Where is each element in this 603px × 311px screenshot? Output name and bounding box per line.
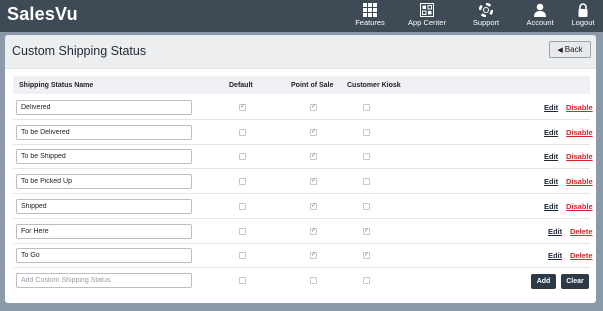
person-icon xyxy=(534,3,546,17)
customer-kiosk-checkbox[interactable]: ✓ xyxy=(363,227,370,235)
new-point-of-sale-checkbox[interactable] xyxy=(310,276,317,284)
add-status-row: Add Clear xyxy=(13,269,590,293)
customer-kiosk-checkbox[interactable] xyxy=(363,128,370,136)
default-checkbox[interactable] xyxy=(239,178,246,186)
nav-app-center-label: App Center xyxy=(408,18,446,27)
header-default: Default xyxy=(229,82,253,89)
add-status-input[interactable] xyxy=(16,272,192,288)
table-row: ✓ Edit Disable xyxy=(13,145,593,170)
salesvu-logo[interactable]: SalesVu xyxy=(7,4,78,25)
customer-kiosk-checkbox[interactable] xyxy=(363,153,370,161)
top-nav-bar: SalesVu Features App Center Support Acco… xyxy=(0,0,603,32)
disable-link[interactable]: Disable xyxy=(566,103,593,112)
header-customer-kiosk: Customer Kiosk xyxy=(347,82,401,89)
status-name-input[interactable] xyxy=(16,223,192,239)
nav-support-label: Support xyxy=(472,18,500,27)
edit-link[interactable]: Edit xyxy=(544,103,558,112)
customer-kiosk-checkbox[interactable] xyxy=(363,178,370,186)
lock-icon xyxy=(578,3,588,17)
back-button-label: Back xyxy=(564,45,583,54)
disable-link[interactable]: Disable xyxy=(566,128,593,137)
status-name-input[interactable] xyxy=(16,100,192,115)
table-row: ✓ Edit Disable xyxy=(13,195,593,219)
disable-link[interactable]: Disable xyxy=(566,152,593,161)
point-of-sale-checkbox[interactable]: ✓ xyxy=(310,202,317,210)
default-checkbox[interactable] xyxy=(239,153,246,161)
status-name-input[interactable] xyxy=(16,198,192,214)
nav-app-center[interactable]: App Center xyxy=(405,0,449,32)
edit-link[interactable]: Edit xyxy=(544,152,558,161)
default-checkbox[interactable] xyxy=(239,252,246,260)
nav-support[interactable]: Support xyxy=(469,0,503,32)
table-row: ✓ ✓ Edit Delete xyxy=(13,220,593,244)
app-center-icon xyxy=(420,3,434,17)
point-of-sale-checkbox[interactable]: ✓ xyxy=(310,227,317,235)
point-of-sale-checkbox[interactable]: ✓ xyxy=(310,252,317,260)
disable-link[interactable]: Disable xyxy=(566,177,593,186)
header-status-name: Shipping Status Name xyxy=(19,82,94,89)
nav-features-label: Features xyxy=(355,18,385,27)
customer-kiosk-checkbox[interactable]: ✓ xyxy=(363,252,370,260)
status-name-input[interactable] xyxy=(16,248,192,264)
disable-link[interactable]: Disable xyxy=(566,202,593,211)
edit-link[interactable]: Edit xyxy=(544,177,558,186)
point-of-sale-checkbox[interactable]: ✓ xyxy=(310,104,317,111)
table-row: ✓ ✓ Edit Disable xyxy=(13,96,593,120)
point-of-sale-checkbox[interactable]: ✓ xyxy=(310,128,317,136)
default-checkbox[interactable] xyxy=(239,227,246,235)
back-button[interactable]: ◀ Back xyxy=(549,41,591,58)
edit-link[interactable]: Edit xyxy=(544,202,558,211)
delete-link[interactable]: Delete xyxy=(570,251,593,260)
nav-account-label: Account xyxy=(526,18,554,27)
status-name-input[interactable] xyxy=(16,149,192,165)
new-default-checkbox[interactable] xyxy=(239,276,246,284)
table-row: ✓ ✓ Edit Delete xyxy=(13,244,593,269)
edit-link[interactable]: Edit xyxy=(548,227,562,236)
customer-kiosk-checkbox[interactable] xyxy=(363,104,370,111)
new-customer-kiosk-checkbox[interactable] xyxy=(363,276,370,284)
default-checkbox[interactable] xyxy=(239,202,246,210)
panel-header: Custom Shipping Status ◀ Back xyxy=(5,35,596,69)
point-of-sale-checkbox[interactable]: ✓ xyxy=(310,178,317,186)
main-panel: Custom Shipping Status ◀ Back Shipping S… xyxy=(5,35,596,303)
default-checkbox[interactable] xyxy=(239,128,246,136)
nav-logout[interactable]: Logout xyxy=(566,0,600,32)
status-name-input[interactable] xyxy=(16,124,192,140)
table-row: ✓ Edit Disable xyxy=(13,121,593,145)
delete-link[interactable]: Delete xyxy=(570,227,593,236)
table-header: Shipping Status Name Default Point of Sa… xyxy=(13,76,590,94)
header-point-of-sale: Point of Sale xyxy=(291,82,334,89)
point-of-sale-checkbox[interactable]: ✓ xyxy=(310,153,317,161)
customer-kiosk-checkbox[interactable] xyxy=(363,202,370,210)
chevron-left-icon: ◀ xyxy=(557,46,563,54)
add-button[interactable]: Add xyxy=(531,273,556,289)
default-checkbox[interactable]: ✓ xyxy=(239,104,246,111)
status-name-input[interactable] xyxy=(16,174,192,190)
table-row: ✓ Edit Disable xyxy=(13,170,593,195)
grid-icon xyxy=(363,3,377,17)
clear-button[interactable]: Clear xyxy=(561,273,589,289)
edit-link[interactable]: Edit xyxy=(548,251,562,260)
page-title: Custom Shipping Status xyxy=(12,44,147,58)
nav-account[interactable]: Account xyxy=(523,0,557,32)
edit-link[interactable]: Edit xyxy=(544,128,558,137)
nav-logout-label: Logout xyxy=(571,18,595,27)
lifebuoy-icon xyxy=(479,3,493,17)
nav-features[interactable]: Features xyxy=(353,0,387,32)
